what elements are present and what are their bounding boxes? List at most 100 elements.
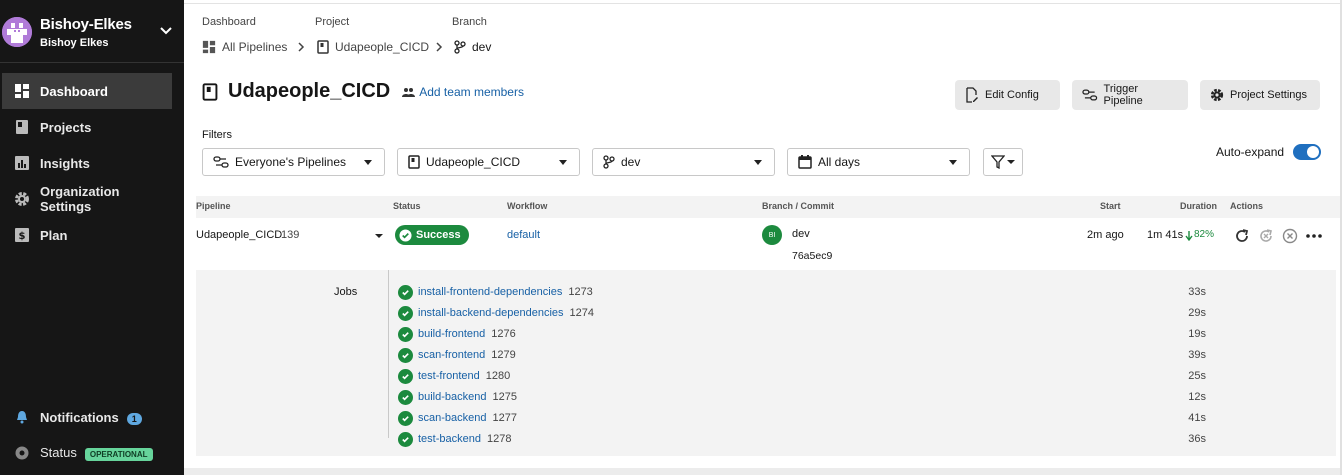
breadcrumb-branch-text: dev <box>472 40 492 54</box>
column-header-duration: Duration <box>1180 201 1217 211</box>
job-number: 1277 <box>492 412 517 424</box>
projects-icon <box>16 120 28 134</box>
project-icon <box>408 155 420 169</box>
job-duration: 19s <box>1188 328 1206 340</box>
breadcrumb-all-pipelines-text: All Pipelines <box>222 40 288 54</box>
pipelines-filter-value: Everyone's Pipelines <box>235 155 347 169</box>
job-number: 1275 <box>492 391 517 403</box>
sidebar-item-label: Organization Settings <box>40 184 120 214</box>
auto-expand-toggle[interactable] <box>1293 144 1321 160</box>
sidebar-item-projects[interactable]: Projects <box>2 109 172 145</box>
sidebar-item-dashboard[interactable]: Dashboard <box>2 73 172 109</box>
add-team-members-link[interactable]: Add team members <box>402 85 524 99</box>
sidebar-item-plan[interactable]: $ Plan <box>2 217 172 253</box>
gear-icon <box>15 192 29 206</box>
plan-icon: $ <box>15 228 29 242</box>
sidebar-item-label: Dashboard <box>40 83 108 99</box>
project-filter-select[interactable]: Udapeople_CICD <box>397 148 580 176</box>
sidebar-item-notifications[interactable]: Notifications 1 <box>2 399 172 435</box>
bell-icon <box>17 411 27 424</box>
breadcrumb-project-label: Project <box>315 16 350 28</box>
caret-down-icon <box>559 160 567 165</box>
org-user: Bishoy Elkes <box>40 37 109 49</box>
svg-text:$: $ <box>19 231 26 242</box>
job-name-link[interactable]: build-frontend <box>418 328 485 340</box>
job-name-link[interactable]: scan-frontend <box>418 349 485 361</box>
job-duration: 36s <box>1188 433 1206 445</box>
cancel-icon[interactable] <box>1282 228 1298 244</box>
job-row: install-backend-dependencies 1274 <box>398 303 594 323</box>
job-name-link[interactable]: scan-backend <box>418 412 487 424</box>
app-root: Bishoy-Elkes Bishoy Elkes Dashboard Proj… <box>0 0 1342 475</box>
caret-down-icon[interactable] <box>375 233 383 239</box>
project-icon <box>202 82 218 101</box>
sidebar-item-insights[interactable]: Insights <box>2 145 172 181</box>
chevron-down-icon[interactable] <box>160 27 172 35</box>
branch-icon <box>603 155 615 169</box>
job-name-link[interactable]: install-backend-dependencies <box>418 307 564 319</box>
column-header-workflow: Workflow <box>507 201 548 211</box>
branch-filter-value: dev <box>621 155 641 169</box>
commit-hash[interactable]: 76a5ec9 <box>792 250 832 262</box>
bottom-shade <box>184 468 1342 475</box>
page-title: Udapeople_CICD <box>228 80 391 102</box>
job-name-link[interactable]: test-frontend <box>418 370 480 382</box>
pipeline-number: 139 <box>281 229 300 241</box>
job-number: 1276 <box>491 328 516 340</box>
rerun-from-failed-icon[interactable] <box>1258 228 1274 244</box>
more-options-icon[interactable] <box>1306 234 1322 238</box>
status-icon <box>15 446 29 460</box>
caret-down-icon <box>1007 160 1015 164</box>
job-name-link[interactable]: build-backend <box>418 391 487 403</box>
pipelines-icon <box>213 156 229 168</box>
breadcrumb-project[interactable]: Udapeople_CICD <box>317 40 429 54</box>
insights-icon <box>15 156 29 170</box>
status-label: Status <box>40 445 77 460</box>
project-settings-button[interactable]: Project Settings <box>1200 80 1320 110</box>
chevron-right-icon <box>436 42 443 52</box>
job-row: test-backend 1278 <box>398 429 511 449</box>
edit-config-button[interactable]: Edit Config <box>955 80 1060 110</box>
sidebar-item-organization-settings[interactable]: Organization Settings <box>2 181 172 217</box>
org-avatar-icon <box>2 17 32 47</box>
org-switcher[interactable]: Bishoy-Elkes Bishoy Elkes <box>0 0 184 66</box>
check-circle-icon <box>398 368 413 384</box>
status-badge: Success <box>395 225 469 245</box>
filters-label: Filters <box>202 129 232 141</box>
sidebar-item-status[interactable]: Status OPERATIONAL <box>2 435 172 471</box>
workflow-link[interactable]: default <box>507 229 540 241</box>
job-duration: 41s <box>1188 412 1206 424</box>
job-name-link[interactable]: test-backend <box>418 433 481 445</box>
filter-options-button[interactable] <box>983 148 1023 176</box>
people-icon <box>402 87 416 97</box>
sidebar: Bishoy-Elkes Bishoy Elkes Dashboard Proj… <box>0 0 184 475</box>
dashboard-icon <box>202 40 216 54</box>
branch-filter-select[interactable]: dev <box>592 148 775 176</box>
rerun-icon[interactable] <box>1234 228 1250 244</box>
column-header-pipeline: Pipeline <box>196 201 231 211</box>
check-circle-icon <box>398 284 413 300</box>
column-header-status: Status <box>393 201 421 211</box>
job-row: install-frontend-dependencies 1273 <box>398 282 593 302</box>
notifications-count-badge: 1 <box>126 412 142 425</box>
job-row: scan-frontend 1279 <box>398 345 516 365</box>
days-filter-value: All days <box>818 155 861 169</box>
job-duration: 39s <box>1188 349 1206 361</box>
check-circle-icon <box>398 347 413 363</box>
breadcrumb-all-pipelines[interactable]: All Pipelines <box>202 40 287 54</box>
column-header-actions: Actions <box>1230 201 1264 211</box>
breadcrumb-branch[interactable]: dev <box>454 40 491 54</box>
trigger-pipeline-button[interactable]: Trigger Pipeline <box>1072 80 1188 110</box>
job-duration: 25s <box>1188 370 1206 382</box>
pipeline-name[interactable]: Udapeople_CICD <box>196 229 282 241</box>
check-circle-icon <box>398 326 413 342</box>
days-filter-select[interactable]: All days <box>787 148 970 176</box>
job-number: 1274 <box>569 307 595 319</box>
chevron-right-icon <box>298 42 305 52</box>
check-circle-icon <box>398 389 413 405</box>
job-name-link[interactable]: install-frontend-dependencies <box>418 286 562 298</box>
job-row: scan-backend 1277 <box>398 408 517 428</box>
jobs-label: Jobs <box>334 286 358 298</box>
pipelines-filter-select[interactable]: Everyone's Pipelines <box>202 148 385 176</box>
caret-down-icon <box>754 160 762 165</box>
